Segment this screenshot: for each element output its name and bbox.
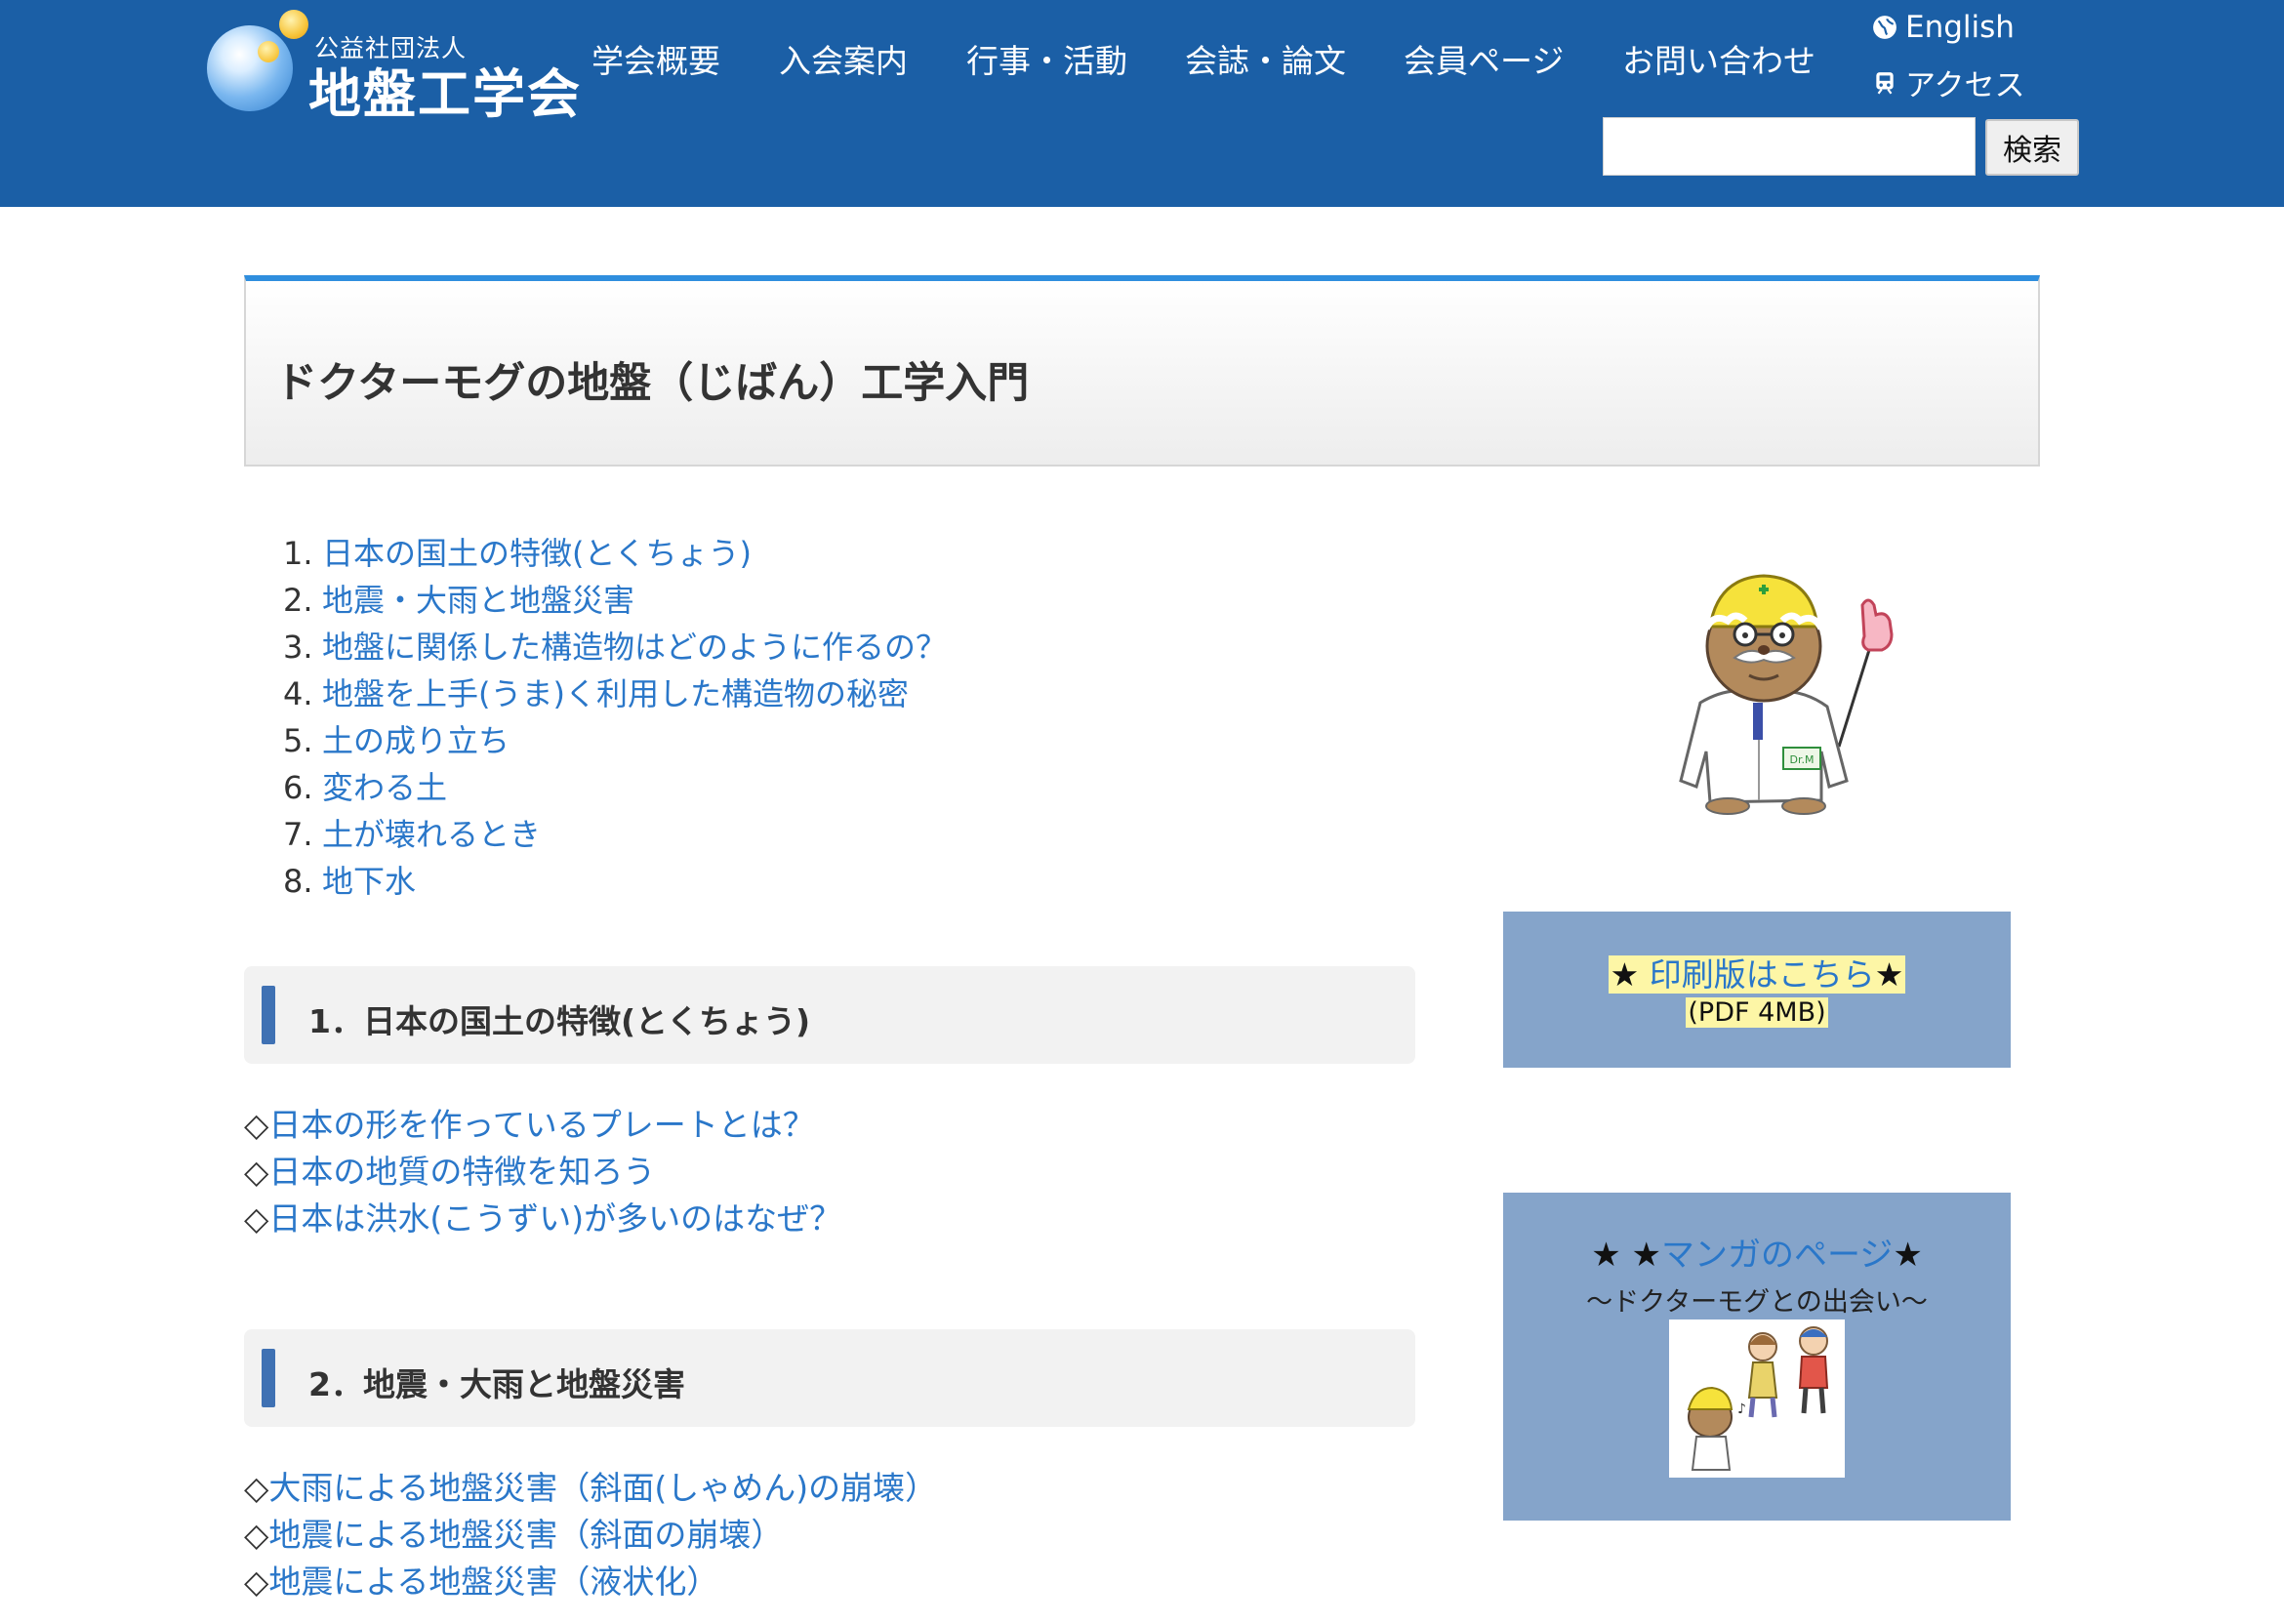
logo-globe-icon	[207, 25, 293, 111]
manga-box: ★ ★マンガのページ★ 〜ドクターモグとの出会い〜 ♪	[1503, 1193, 2011, 1521]
toc-link-2[interactable]: 地震・大雨と地盤災害	[322, 582, 634, 619]
nav-item-membership[interactable]: 入会案内	[779, 35, 908, 82]
diamond-marker: ◇	[244, 1199, 269, 1238]
doctor-mog-mascot-image: Dr.M	[1679, 574, 1894, 815]
access-label: アクセス	[1905, 68, 2025, 103]
toc-link-3[interactable]: 地盤に関係した構造物はどのように作るの？	[322, 629, 947, 666]
nav-item-contact[interactable]: お問い合わせ	[1622, 35, 1815, 82]
logo-dot-icon	[279, 10, 308, 39]
subtopic-link[interactable]: 日本の形を作っているプレートとは？	[268, 1106, 814, 1144]
nav-item-members[interactable]: 会員ページ	[1404, 35, 1564, 82]
section-accent-bar	[262, 1349, 275, 1407]
star-icon: ★	[1893, 1236, 1923, 1275]
star-icon: ★	[1610, 955, 1640, 994]
print-version-link[interactable]: 印刷版はこちら	[1650, 955, 1875, 994]
toc-link-6[interactable]: 変わる土	[322, 769, 447, 806]
print-version-line: ★ 印刷版はこちら★	[1503, 949, 2011, 995]
toc-link-1[interactable]: 日本の国土の特徴(とくちょう)	[322, 535, 752, 572]
toc-number: 8.	[283, 863, 313, 900]
section-accent-bar	[262, 986, 275, 1044]
diamond-marker: ◇	[244, 1106, 269, 1144]
toc-item: 5. 土の成り立ち	[283, 716, 510, 761]
print-version-box: ★ 印刷版はこちら★ (PDF 4MB)	[1503, 912, 2011, 1068]
toc-item: 1. 日本の国土の特徴(とくちょう)	[283, 529, 752, 574]
print-size-note: (PDF 4MB)	[1686, 997, 1828, 1028]
search-button[interactable]: 検索	[1985, 119, 2079, 176]
toc-number: 6.	[283, 769, 313, 806]
nav-item-events[interactable]: 行事・活動	[966, 35, 1127, 82]
logo-title: 地盤工学会	[308, 63, 582, 125]
site-header: 公益社団法人 地盤工学会 学会概要 入会案内 行事・活動 会誌・論文 会員ページ…	[0, 0, 2284, 207]
diamond-marker: ◇	[244, 1516, 269, 1554]
toc-number: 2.	[283, 582, 313, 619]
section-heading-2: 2．地震・大雨と地盤災害	[244, 1329, 1415, 1427]
star-icon: ★ ★	[1591, 1236, 1661, 1275]
logo-dot-small-icon	[258, 41, 279, 62]
subtopic-link[interactable]: 地震による地盤災害（液状化）	[268, 1563, 718, 1601]
name-badge-label: Dr.M	[1790, 753, 1815, 766]
print-size-line: (PDF 4MB)	[1503, 997, 2011, 1028]
svg-text:♪: ♪	[1737, 1401, 1746, 1417]
english-link[interactable]: English	[1872, 10, 2015, 45]
list-item: ◇地震による地盤災害（液状化）	[244, 1556, 718, 1603]
toc-item: 6. 変わる土	[283, 763, 447, 808]
diamond-marker: ◇	[244, 1469, 269, 1507]
toc-link-7[interactable]: 土が壊れるとき	[322, 816, 541, 853]
list-item: ◇大雨による地盤災害（斜面(しゃめん)の崩壊）	[244, 1462, 937, 1509]
toc-item: 2. 地震・大雨と地盤災害	[283, 576, 634, 621]
star-icon: ★	[1874, 955, 1904, 994]
page-title: ドクターモグの地盤（じばん）工学入門	[275, 359, 1030, 408]
list-item: ◇日本は洪水(こうずい)が多いのはなぜ？	[244, 1193, 841, 1239]
site-logo[interactable]: 公益社団法人 地盤工学会	[203, 8, 580, 125]
section-heading-1: 1．日本の国土の特徴(とくちょう)	[244, 966, 1415, 1064]
subtopic-link[interactable]: 日本の地質の特徴を知ろう	[268, 1153, 655, 1191]
toc-link-4[interactable]: 地盤を上手(うま)く利用した構造物の秘密	[322, 675, 909, 712]
toc-number: 1.	[283, 535, 313, 572]
search-input[interactable]	[1603, 117, 1976, 176]
subtopic-link[interactable]: 大雨による地盤災害（斜面(しゃめん)の崩壊）	[268, 1469, 937, 1507]
toc-item: 7. 土が壊れるとき	[283, 810, 541, 855]
toc-link-5[interactable]: 土の成り立ち	[322, 722, 510, 759]
nav-item-journals[interactable]: 会誌・論文	[1185, 35, 1346, 82]
manga-page-link[interactable]: マンガのページ	[1661, 1236, 1893, 1275]
manga-subtitle: 〜ドクターモグとの出会い〜	[1586, 1287, 1928, 1318]
toc-item: 8. 地下水	[283, 857, 416, 902]
diamond-marker: ◇	[244, 1563, 269, 1601]
manga-heading: ★ ★マンガのページ★	[1503, 1228, 2011, 1276]
list-item: ◇地震による地盤災害（斜面の崩壊）	[244, 1509, 783, 1556]
toc-number: 3.	[283, 629, 313, 666]
toc-item: 3. 地盤に関係した構造物はどのように作るの？	[283, 623, 947, 668]
subtopic-link[interactable]: 日本は洪水(こうずい)が多いのはなぜ？	[268, 1199, 841, 1238]
toc-link-8[interactable]: 地下水	[322, 863, 416, 900]
section-title-2: 2．地震・大雨と地盤災害	[308, 1365, 685, 1403]
globe-icon	[1873, 16, 1897, 39]
toc-item: 4. 地盤を上手(うま)く利用した構造物の秘密	[283, 670, 909, 714]
toc-number: 5.	[283, 722, 313, 759]
page-title-box: ドクターモグの地盤（じばん）工学入門	[244, 275, 2040, 467]
manga-thumbnail-image[interactable]: ♪	[1669, 1320, 1845, 1478]
subtopic-link[interactable]: 地震による地盤災害（斜面の崩壊）	[268, 1516, 783, 1554]
nav-item-about[interactable]: 学会概要	[591, 35, 720, 82]
toc-number: 7.	[283, 816, 313, 853]
list-item: ◇日本の形を作っているプレートとは？	[244, 1099, 815, 1146]
section-title-1: 1．日本の国土の特徴(とくちょう)	[308, 1002, 811, 1040]
list-item: ◇日本の地質の特徴を知ろう	[244, 1146, 655, 1193]
toc-number: 4.	[283, 675, 313, 712]
print-highlight: ★ 印刷版はこちら★	[1608, 955, 1906, 994]
access-link[interactable]: アクセス	[1872, 61, 2024, 104]
english-label: English	[1905, 10, 2015, 45]
diamond-marker: ◇	[244, 1153, 269, 1191]
train-icon	[1876, 71, 1894, 94]
